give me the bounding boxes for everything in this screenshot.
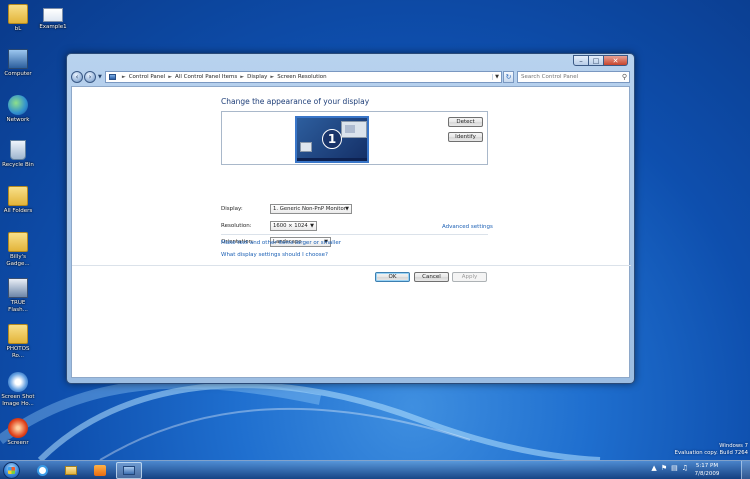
display-settings-help-link[interactable]: What display settings should I choose?: [221, 252, 328, 258]
breadcrumb-display[interactable]: Display: [247, 74, 267, 80]
back-button[interactable]: ‹: [71, 71, 83, 83]
taskbar: ▲ ⚑ ▤ ♫ 5:17 PM 7/8/2009: [0, 460, 750, 479]
evaluation-watermark: Windows 7 Evaluation copy. Build 7264: [674, 443, 748, 456]
folder-icon: [8, 4, 28, 24]
recycle-bin-icon: [10, 140, 26, 160]
minimize-button[interactable]: –: [573, 55, 589, 66]
clock[interactable]: 5:17 PM 7/8/2009: [690, 462, 724, 478]
breadcrumb-control-panel[interactable]: Control Panel: [129, 74, 165, 80]
refresh-icon: ↻: [505, 73, 512, 81]
action-center-icon[interactable]: ⚑: [661, 464, 667, 472]
chevron-down-icon: ▼: [345, 206, 349, 212]
forward-arrow-icon: ›: [88, 73, 92, 81]
desktop-icon-computer[interactable]: Computer: [0, 49, 36, 78]
window-controls: – □ ✕: [573, 55, 628, 66]
breadcrumb-separator-icon[interactable]: ►: [240, 74, 244, 80]
taskbar-media-player[interactable]: [87, 462, 113, 479]
navigation-bar: ‹ › ▼ ► Control Panel ► All Control Pane…: [71, 70, 630, 84]
app-icon: [8, 418, 28, 438]
start-button[interactable]: [3, 462, 20, 479]
search-box: ⚲: [517, 71, 630, 83]
advanced-settings-link[interactable]: Advanced settings: [442, 224, 493, 230]
breadcrumb-separator-icon[interactable]: ►: [270, 74, 274, 80]
breadcrumb-separator-icon[interactable]: ►: [168, 74, 172, 80]
breadcrumb-all-items[interactable]: All Control Panel Items: [175, 74, 237, 80]
screen-resolution-window: – □ ✕ ‹ › ▼ ► Control Panel ► All Contro…: [66, 53, 635, 384]
monitor-taskbar-graphic: [297, 158, 367, 161]
display-label: Display:: [221, 206, 243, 212]
search-input[interactable]: [521, 74, 617, 80]
search-icon[interactable]: ⚲: [622, 73, 627, 81]
app-icon: [8, 278, 28, 298]
desktop-icon-recycle-bin[interactable]: Recycle Bin: [0, 140, 36, 169]
desktop-icon-billys-gadgets[interactable]: Billy's Gadge...: [0, 232, 36, 267]
desktop-icon-bl[interactable]: bL: [0, 4, 36, 33]
clock-time: 5:17 PM: [695, 463, 719, 469]
cancel-button[interactable]: Cancel: [414, 272, 449, 282]
display-icon: [123, 466, 135, 475]
folder-icon: [65, 466, 77, 475]
network-icon[interactable]: ▤: [671, 464, 678, 472]
desktop-icon-all-folders[interactable]: All Folders: [0, 186, 36, 215]
chevron-down-icon: ▼: [310, 223, 314, 229]
forward-button[interactable]: ›: [84, 71, 96, 83]
monitor-window-graphic: [341, 121, 367, 138]
breadcrumb-separator-icon[interactable]: ►: [122, 74, 126, 80]
network-icon: [8, 95, 28, 115]
desktop-icon-true-flash[interactable]: TRUE Flash...: [0, 278, 36, 313]
text-size-link[interactable]: Make text and other items larger or smal…: [221, 240, 341, 246]
monitor-window-graphic: [300, 142, 312, 152]
page-title: Change the appearance of your display: [221, 97, 370, 106]
address-bar[interactable]: ► Control Panel ► All Control Panel Item…: [104, 71, 502, 83]
desktop-icon-screenr[interactable]: Screenr: [0, 418, 36, 447]
app-icon: [8, 372, 28, 392]
maximize-button[interactable]: □: [589, 55, 604, 66]
internet-explorer-icon: [36, 465, 48, 476]
desktop-icon-network[interactable]: Network: [0, 95, 36, 124]
detect-button[interactable]: Detect: [448, 117, 483, 127]
desktop-icon-screenshot[interactable]: Screen Shot Image Ho...: [0, 372, 36, 407]
content-pane: Change the appearance of your display 1 …: [71, 86, 631, 378]
address-dropdown-icon[interactable]: ▼: [492, 74, 501, 80]
close-button[interactable]: ✕: [604, 55, 628, 66]
clock-date: 7/8/2009: [694, 471, 720, 477]
desktop-icon-example1[interactable]: Example1: [35, 8, 71, 31]
taskbar-internet-explorer[interactable]: [29, 462, 55, 479]
desktop-icon-photos[interactable]: PHOTOS Ro...: [0, 324, 36, 359]
taskbar-screen-resolution[interactable]: [116, 462, 142, 479]
display-select-value: 1. Generic Non-PnP Monitor: [273, 206, 346, 212]
show-hidden-icons[interactable]: ▲: [651, 464, 656, 472]
folder-icon: [8, 186, 28, 206]
close-icon: ✕: [612, 56, 619, 65]
minimize-icon: –: [579, 56, 583, 65]
maximize-icon: □: [592, 56, 600, 65]
document-icon: [43, 8, 63, 22]
resolution-select[interactable]: 1600 × 1024 ▼: [270, 221, 317, 231]
back-arrow-icon: ‹: [75, 73, 79, 81]
monitor-number: 1: [322, 129, 342, 149]
media-player-icon: [94, 465, 106, 476]
recent-pages-dropdown[interactable]: ▼: [98, 74, 102, 80]
ok-button[interactable]: OK: [375, 272, 410, 282]
display-select[interactable]: 1. Generic Non-PnP Monitor ▼: [270, 204, 352, 214]
apply-button[interactable]: Apply: [452, 272, 487, 282]
show-desktop-button[interactable]: [741, 461, 750, 479]
divider: [221, 234, 488, 235]
identify-button[interactable]: Identify: [448, 132, 483, 142]
divider: [72, 265, 631, 266]
computer-icon: [8, 49, 28, 69]
resolution-select-value: 1600 × 1024: [273, 223, 308, 229]
control-panel-icon: [108, 74, 116, 80]
taskbar-windows-explorer[interactable]: [58, 462, 84, 479]
monitor-1-thumbnail[interactable]: 1: [295, 116, 369, 163]
volume-icon[interactable]: ♫: [682, 464, 688, 472]
resolution-label: Resolution:: [221, 223, 252, 229]
refresh-button[interactable]: ↻: [503, 71, 514, 83]
folder-icon: [8, 232, 28, 252]
breadcrumb-screen-resolution[interactable]: Screen Resolution: [277, 74, 326, 80]
system-tray: ▲ ⚑ ▤ ♫: [647, 464, 688, 472]
folder-icon: [8, 324, 28, 344]
monitor-preview-area: 1 Detect Identify: [221, 111, 488, 165]
